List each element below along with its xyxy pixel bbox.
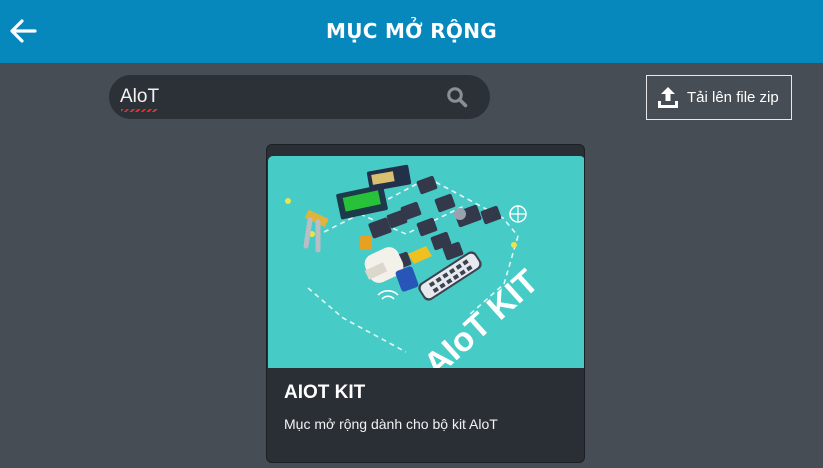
upload-zip-button[interactable]: Tải lên file zip [646, 75, 792, 120]
aiot-kit-image: AIoT KIT [268, 156, 584, 368]
search-icon[interactable] [446, 86, 468, 108]
extension-card-aiot-kit[interactable]: AIoT KIT AIOT KIT Mục mở rộng dành cho b… [266, 144, 585, 463]
search-input[interactable] [120, 83, 440, 111]
search-box [109, 75, 490, 119]
header-bar: MỤC MỞ RỘNG [0, 0, 823, 63]
spellcheck-underline [121, 109, 158, 112]
extension-title: AIOT KIT [284, 382, 366, 403]
aiot-kit-illustration: AIoT KIT [285, 164, 546, 368]
page-title: MỤC MỞ RỘNG [326, 19, 497, 43]
extension-description: Mục mở rộng dành cho bộ kit AloT [284, 416, 498, 432]
upload-label: Tải lên file zip [687, 89, 779, 106]
upload-icon [658, 87, 678, 108]
